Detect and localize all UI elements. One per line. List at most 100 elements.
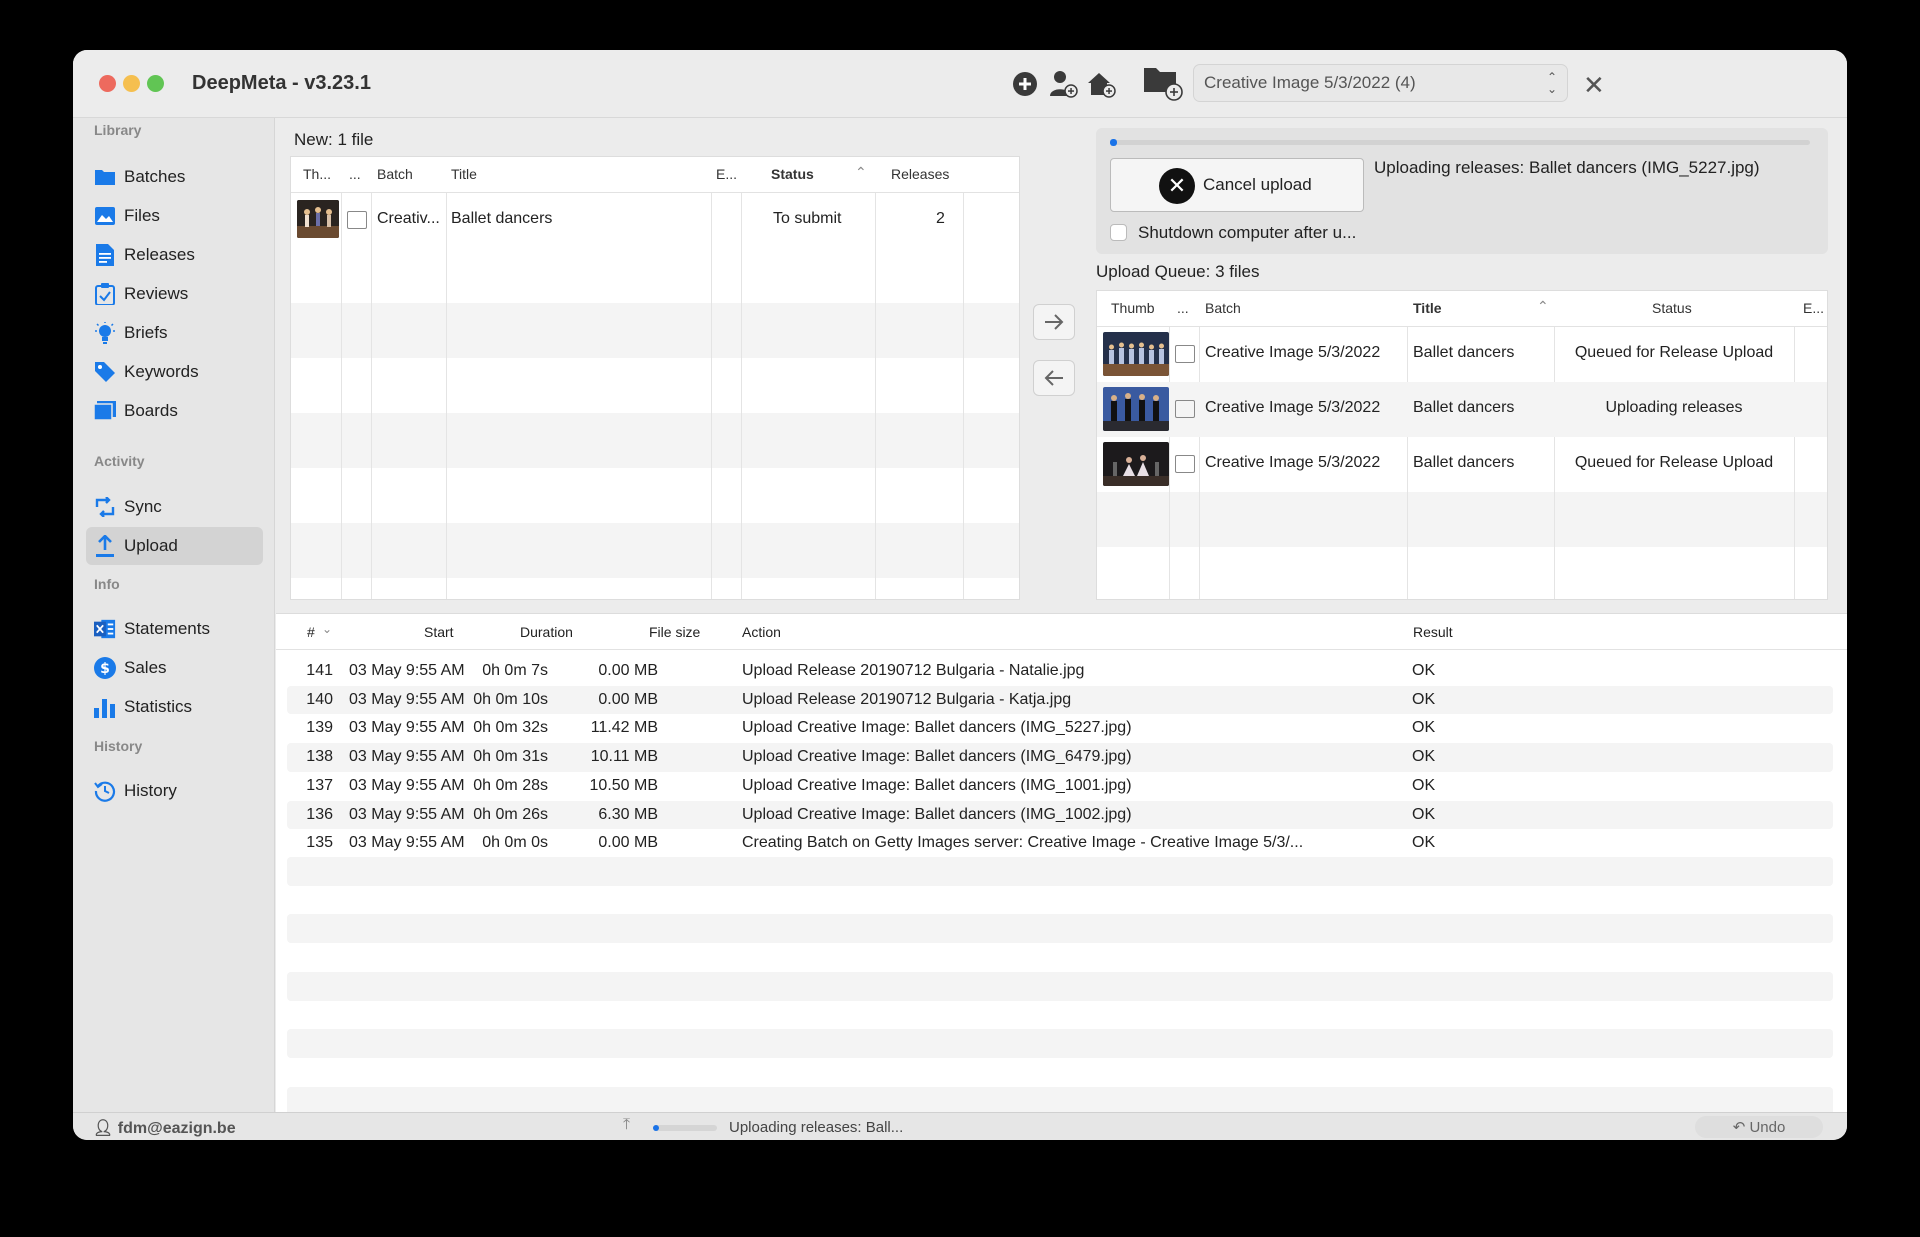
table-row[interactable]: Creative Image 5/3/2022 Ballet dancers U… [1097,382,1827,437]
sidebar-item-files[interactable]: Files [86,197,263,235]
titlebar: DeepMeta - v3.23.1 Creative Image 5/3/20… [73,50,1847,118]
sidebar-item-statistics[interactable]: Statistics [86,688,263,726]
upload-progress-bar [1110,139,1810,146]
sidebar-item-sync[interactable]: Sync [86,488,263,526]
column-header-e[interactable]: E... [716,166,737,182]
close-window-button[interactable] [99,75,116,92]
row-status: Uploading releases [1605,399,1743,416]
log-row[interactable]: 140 03 May 9:55 AM 0h 0m 10s 0.00 MB Upload … [287,685,1833,715]
statusbar-text: Uploading releases: Ball... [729,1119,904,1136]
add-icon[interactable] [1009,68,1041,100]
sidebar-item-statements[interactable]: Statements [86,610,263,648]
log-row[interactable]: 137 03 May 9:55 AM 0h 0m 28s 10.50 MB Upload… [287,772,1833,801]
column-header-start[interactable]: Start [424,624,454,640]
undo-label: Undo [1749,1119,1786,1136]
log-row[interactable]: 138 03 May 9:55 AM 0h 0m 31s 10.11 MB Upload… [287,743,1833,772]
sidebar-item-boards[interactable]: Boards [86,392,263,430]
log-cell-duration: 0h 0m 0s [482,834,548,852]
log-row[interactable]: 136 03 May 9:55 AM 0h 0m 26s 6.30 MB Upload … [287,800,1833,830]
sidebar-item-reviews[interactable]: Reviews [86,275,263,313]
cancel-icon: ✕ [1159,168,1195,204]
app-title: DeepMeta - v3.23.1 [192,72,371,94]
log-cell-num: 140 [306,690,333,708]
arrow-right-icon [1045,314,1064,330]
column-header-thumb[interactable]: Thumb [1111,300,1155,316]
add-property-icon[interactable] [1085,68,1117,100]
sidebar-item-keywords[interactable]: Keywords [86,353,263,391]
log-cell-action: Upload Creative Image: Ballet dancers (I… [742,719,1132,737]
row-batch: Creativ... [377,210,440,227]
table-row[interactable]: Creativ... Ballet dancers To submit 2 [291,193,1019,248]
column-header-e[interactable]: E... [1803,300,1824,316]
move-to-queue-button[interactable] [1033,304,1075,340]
row-status: Queued for Release Upload [1574,344,1774,361]
user-account[interactable]: 👤︎ fdm@eazign.be [93,1118,236,1138]
sidebar-item-releases[interactable]: Releases [86,236,263,274]
log-cell-result: OK [1412,662,1436,679]
sidebar-item-upload[interactable]: Upload [86,527,263,565]
clipboard-check-icon [94,283,116,305]
column-header-status[interactable]: Status [771,166,814,182]
new-files-label: New: 1 file [294,130,374,149]
log-cell-duration: 0h 0m 10s [473,690,548,708]
shutdown-checkbox[interactable] [1110,224,1127,241]
log-cell-action: Upload Release 20190712 Bulgaria - Katja… [742,690,1072,708]
sidebar-item-label: History [124,781,177,800]
sidebar-item-label: Statements [124,619,210,638]
log-cell-action: Upload Release 20190712 Bulgaria - Natal… [742,662,1085,679]
column-header-action[interactable]: Action [742,624,781,640]
close-icon[interactable]: ✕ [1583,70,1605,101]
column-header-more[interactable]: ... [1177,300,1189,316]
column-header-file-size[interactable]: File size [649,624,700,640]
zoom-window-button[interactable] [147,75,164,92]
log-cell-size: 10.11 MB [590,748,658,766]
sidebar-item-history[interactable]: History [86,772,263,810]
row-title: Ballet dancers [1413,344,1515,361]
sidebar-section-history: History [94,738,143,754]
cancel-upload-button[interactable]: ✕ Cancel upload [1110,158,1364,212]
column-header-thumb[interactable]: Th... [303,166,331,182]
column-header-result[interactable]: Result [1413,624,1453,640]
upload-queue-table: Thumb ... Batch Title ⌃ Status E... Crea… [1096,290,1828,600]
log-cell-duration: 0h 0m 28s [473,776,548,794]
log-row[interactable]: 139 03 May 9:55 AM 0h 0m 32s 11.42 MB Upload… [287,714,1833,743]
sidebar-item-sales[interactable]: $ Sales [86,649,263,687]
bar-chart-icon [94,696,116,718]
row-batch: Creative Image 5/3/2022 [1205,344,1381,361]
log-cell-action: Creating Batch on Getty Images server: C… [742,834,1304,852]
sidebar-item-batches[interactable]: Batches [86,158,263,196]
column-header-releases[interactable]: Releases [891,166,949,182]
log-cell-result: OK [1412,748,1436,766]
statusbar-progress-bar [653,1125,717,1131]
minimize-window-button[interactable] [123,75,140,92]
sidebar-item-label: Sync [124,497,162,516]
undo-button[interactable]: ↶ Undo [1695,1116,1823,1138]
table-row[interactable]: Creative Image 5/3/2022 Ballet dancers Q… [1097,327,1827,382]
log-cell-result: OK [1412,719,1436,737]
column-header-status[interactable]: Status [1652,300,1692,316]
chevron-down-icon: ⌄ [322,622,333,636]
row-status: To submit [773,210,842,227]
log-cell-start: 03 May 9:55 AM [349,662,465,679]
log-cell-size: 11.42 MB [590,719,658,737]
log-row[interactable]: 135 03 May 9:55 AM 0h 0m 0s 0.00 MB Creating… [287,829,1833,858]
log-row[interactable]: 141 03 May 9:55 AM 0h 0m 7s 0.00 MB Upload R… [287,657,1833,686]
column-header-batch[interactable]: Batch [377,166,413,182]
column-header-title[interactable]: Title [451,166,477,182]
arrow-left-icon [1044,370,1063,386]
sidebar-item-briefs[interactable]: Briefs [86,314,263,352]
column-header-duration[interactable]: Duration [520,624,573,640]
add-person-icon[interactable] [1047,68,1079,100]
column-header-batch[interactable]: Batch [1205,300,1241,316]
add-folder-icon[interactable] [1141,62,1185,102]
move-from-queue-button[interactable] [1033,360,1075,396]
column-header-more[interactable]: ... [349,166,361,182]
log-cell-start: 03 May 9:55 AM [349,834,465,852]
row-title: Ballet dancers [451,210,553,227]
log-cell-size: 6.30 MB [598,805,658,823]
column-header-number[interactable]: # [307,624,315,640]
batch-selector[interactable]: Creative Image 5/3/2022 (4) ⌃ ⌄ [1193,64,1568,102]
new-files-header: Th... ... Batch Title E... Status ⌃ Rele… [291,157,1019,193]
column-header-title[interactable]: Title [1413,300,1442,316]
table-row[interactable]: Creative Image 5/3/2022 Ballet dancers Q… [1097,437,1827,492]
